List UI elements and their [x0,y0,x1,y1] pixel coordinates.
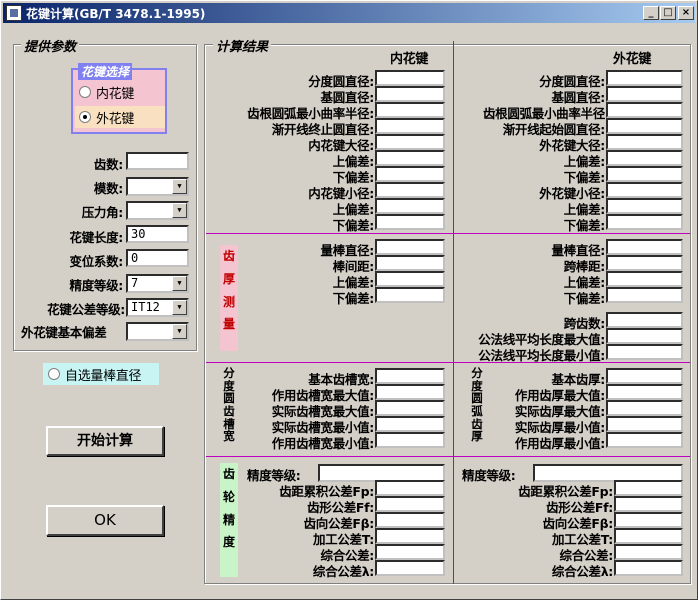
outer-result-output[interactable] [606,150,683,166]
self-select-rod-radio[interactable] [48,368,60,380]
spline-length-label: 花键长度: [69,230,124,245]
pressure-angle-label: 压力角: [81,205,124,220]
inner-spline-header: 内花键 [390,52,429,67]
chevron-down-icon[interactable]: ▼ [172,324,187,339]
input-params-title: 提供参数 [21,36,80,55]
outer-span-output[interactable] [606,344,683,360]
minimize-button[interactable]: _ [643,6,659,20]
outer-meas-output[interactable] [606,271,683,287]
outer-spline-header: 外花键 [613,52,652,67]
outer-result-output[interactable] [606,102,683,118]
tolerance-grade-label: 花键公差等级: [47,302,125,317]
outer-result-output[interactable] [606,214,683,230]
outer-space-output[interactable] [606,416,683,432]
inner-gear-label: 综合公差λ: [312,564,374,579]
outer-result-output[interactable] [606,118,683,134]
inner-space-label: 作用齿槽宽最小值: [271,436,375,451]
outer-result-output[interactable] [606,86,683,102]
outer-space-output[interactable] [606,368,683,384]
outer-gear-label: 综合公差λ: [551,564,613,579]
window-title: 花键计算(GB/T 3478.1-1995) [26,7,206,21]
outer-span-output[interactable] [606,328,683,344]
precision-grade-value: 7 [131,276,139,290]
outer-meas-label: 下偏差: [563,291,606,306]
app-icon [6,5,22,21]
start-calc-button[interactable]: 开始计算 [46,426,164,456]
shift-coef-label: 变位系数: [69,254,124,269]
outer-span-label: 公法线平均长度最小值: [478,348,605,363]
outer-gear-output[interactable] [614,544,683,560]
teeth-label: 齿数: [93,157,123,172]
outer-spline-radio[interactable] [79,111,91,123]
results-title: 计算结果 [213,36,272,55]
section-divider-3 [206,456,690,457]
precision-grade-label: 精度等级: [69,278,124,293]
outer-result-output[interactable] [606,182,683,198]
outer-gear-output[interactable] [614,480,683,496]
title-bar: 花键计算(GB/T 3478.1-1995) _ □ × [3,3,695,23]
maximize-button[interactable]: □ [660,6,676,20]
outer-space-output[interactable] [606,432,683,448]
outer-result-output[interactable] [606,166,683,182]
outer-meas-output[interactable] [606,287,683,303]
outer-result-output[interactable] [606,134,683,150]
ok-button[interactable]: OK [46,505,164,536]
spline-select-title: 花键选择 [78,63,133,80]
basic-deviation-label: 外花键基本偏差 [21,325,107,340]
outer-meas-output[interactable] [606,255,683,271]
close-button[interactable]: × [678,6,694,20]
self-select-rod-label: 自选量棒直径 [65,369,142,384]
outer-spline-label: 外花键 [96,112,135,127]
outer-result-output[interactable] [606,198,683,214]
outer-space-label: 作用齿厚最小值: [514,436,605,451]
inner-meas-label: 下偏差: [332,291,375,306]
tolerance-grade-value: IT12 [131,300,160,314]
basic-deviation-select[interactable]: ▼ [126,322,189,341]
outer-gear-output[interactable] [614,528,683,544]
outer-gear-output[interactable] [614,496,683,512]
outer-result-output[interactable] [606,70,683,86]
outer-result-label: 下偏差: [563,218,606,233]
outer-gear-output[interactable] [614,560,683,576]
inner-spline-radio[interactable] [79,86,91,98]
outer-span-output[interactable] [606,312,683,328]
outer-gear-output[interactable] [614,512,683,528]
outer-space-output[interactable] [606,384,683,400]
outer-meas-output[interactable] [606,239,683,255]
outer-space-output[interactable] [606,400,683,416]
inner-spline-label: 内花键 [96,87,135,102]
inner-result-label: 下偏差: [332,218,375,233]
module-label: 模数: [93,181,123,196]
main-window: 花键计算(GB/T 3478.1-1995) _ □ × 提供参数 花键选择 内… [0,0,698,600]
